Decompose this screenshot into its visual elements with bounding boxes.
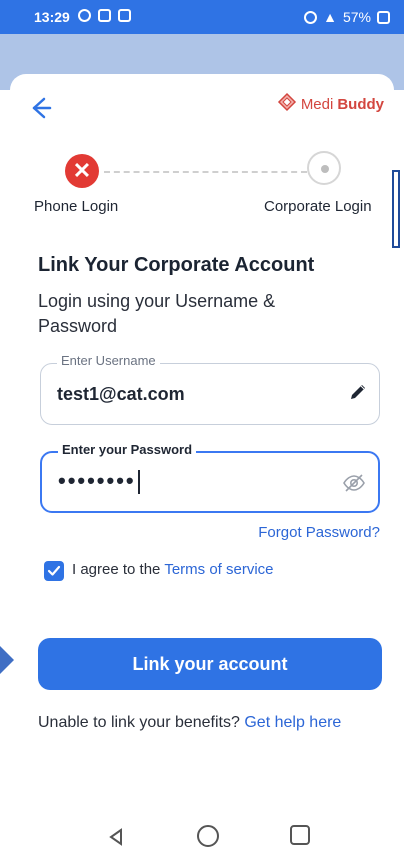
back-arrow-icon[interactable]	[24, 92, 56, 124]
text-caret	[137, 470, 140, 495]
page-title: Link Your Corporate Account	[38, 254, 315, 276]
page-subtitle: Login using your Username & Password	[38, 291, 276, 336]
forgot-password-link[interactable]: Forgot Password?	[258, 524, 380, 541]
help-prefix: Unable to link your benefits?	[38, 714, 240, 731]
status-left-icons	[78, 9, 131, 22]
recents-icon[interactable]	[290, 825, 310, 845]
step-label-corporate-login: Corporate Login	[264, 198, 372, 215]
username-label: Enter Username	[57, 353, 160, 368]
side-pointer-icon	[0, 646, 14, 674]
signal-icon: ▲	[323, 9, 337, 25]
medibuddy-logo: Medi Buddy	[277, 92, 384, 116]
system-nav-bar	[0, 806, 404, 864]
password-field[interactable]: Enter your Password ••••••••	[40, 442, 380, 513]
step-label-phone-login: Phone Login	[34, 198, 119, 215]
password-value: ••••••••	[58, 468, 140, 495]
password-mask: ••••••••	[58, 468, 136, 493]
sheets-icon	[98, 9, 111, 22]
logo-text-suffix: Buddy	[337, 95, 384, 113]
gmail-icon	[118, 9, 131, 22]
password-label: Enter your Password	[58, 442, 197, 457]
link-account-button[interactable]: Link your account	[38, 638, 382, 690]
status-bar: 13:29 ▲ 57%	[0, 0, 404, 34]
hide-password-icon[interactable]	[342, 471, 366, 495]
username-value: test1@cat.com	[57, 384, 185, 404]
help-text: Unable to link your benefits? Get help h…	[38, 714, 341, 732]
logo-text-prefix: Medi	[300, 95, 334, 113]
terms-prefix: I agree to the	[72, 561, 161, 578]
battery-percent: 57%	[342, 9, 371, 25]
get-help-link[interactable]: Get help here	[244, 714, 341, 731]
status-right-icons: ▲ 57%	[304, 9, 390, 25]
battery-icon	[377, 10, 390, 24]
step-corporate-login-pending-icon	[307, 151, 341, 185]
scroll-indicator[interactable]	[392, 170, 400, 248]
edit-icon[interactable]	[347, 381, 369, 403]
stepper-connector	[104, 171, 307, 173]
whatsapp-icon	[78, 9, 91, 22]
home-icon[interactable]	[197, 825, 219, 847]
status-time: 13:29	[34, 9, 70, 25]
terms-agreement: I agree to the Terms of service	[72, 561, 274, 578]
alarm-icon	[304, 10, 318, 24]
medibuddy-logo-icon	[277, 92, 297, 116]
terms-of-service-link[interactable]: Terms of service	[164, 561, 273, 578]
terms-checkbox[interactable]	[44, 561, 64, 581]
step-phone-login-error-icon: ✕	[65, 154, 99, 188]
username-field[interactable]: Enter Username test1@cat.com	[40, 353, 380, 425]
nav-back-icon[interactable]	[105, 826, 127, 848]
